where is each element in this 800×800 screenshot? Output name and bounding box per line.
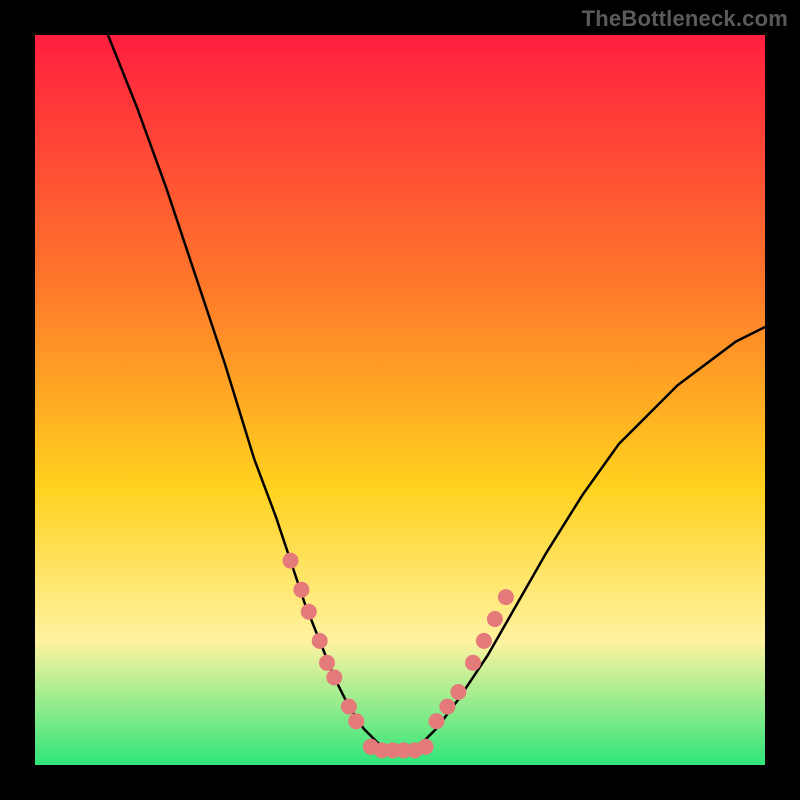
data-point-marker	[487, 611, 503, 627]
watermark-text: TheBottleneck.com	[582, 6, 788, 32]
data-point-marker	[476, 633, 492, 649]
data-point-marker	[319, 655, 335, 671]
chart-container: TheBottleneck.com	[0, 0, 800, 800]
data-point-marker	[283, 553, 299, 569]
data-point-marker	[348, 713, 364, 729]
data-point-marker	[418, 739, 434, 755]
data-point-marker	[429, 713, 445, 729]
data-point-marker	[341, 699, 357, 715]
data-point-marker	[312, 633, 328, 649]
data-point-marker	[465, 655, 481, 671]
chart-svg	[0, 0, 800, 800]
data-point-marker	[450, 684, 466, 700]
data-point-marker	[439, 699, 455, 715]
data-point-marker	[293, 582, 309, 598]
data-point-marker	[326, 669, 342, 685]
data-point-marker	[301, 604, 317, 620]
data-point-marker	[498, 589, 514, 605]
plot-background	[35, 35, 765, 765]
